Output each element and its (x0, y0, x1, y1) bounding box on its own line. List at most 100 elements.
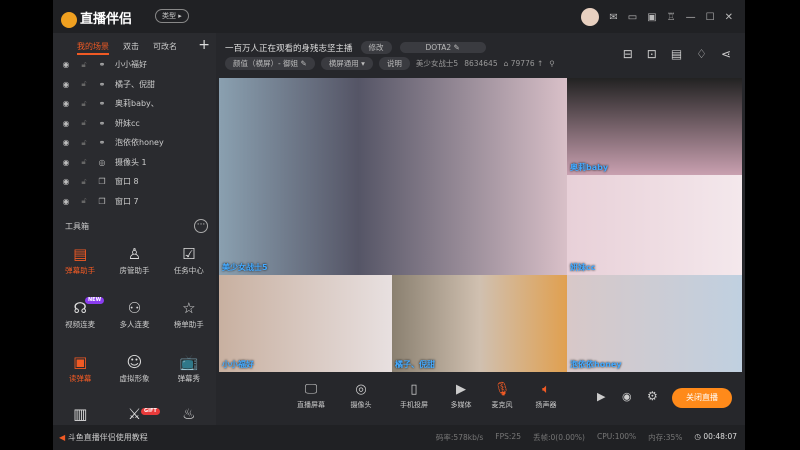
control-label: 扬声器 (535, 401, 557, 409)
lock-icon[interactable]: 🔓︎ (79, 157, 89, 167)
lock-icon[interactable]: 🔓︎ (79, 118, 89, 128)
minimize-icon[interactable]: — (686, 12, 696, 23)
eye-icon[interactable]: ◉ (61, 80, 71, 89)
scene-item[interactable]: ◉ 🔓︎ ◎ 摄像头 1 (53, 153, 216, 173)
stop-stream-button[interactable]: 关闭直播 (672, 388, 732, 408)
window-source-icon: ❐ (98, 177, 106, 187)
share-icon[interactable]: ⋖ (721, 47, 731, 61)
control-button[interactable]: ▶ 多媒体 (439, 382, 483, 410)
eye-icon[interactable]: ◉ (61, 60, 71, 69)
lock-icon[interactable]: 🔓︎ (79, 138, 89, 148)
tool-icon: ☆ (182, 299, 196, 317)
eye-icon[interactable]: ◉ (61, 158, 71, 167)
control-button[interactable]: ▯ 手机投屏 (392, 382, 436, 410)
tab-rename[interactable]: 可改名 (153, 41, 177, 55)
tool-icon[interactable]: ▥ (53, 405, 107, 423)
scene-item[interactable]: ◉ 🔓︎ ⚭ 小小福好 (53, 55, 216, 75)
help-link[interactable]: ◀ 斗鱼直播伴侣使用教程 (59, 432, 148, 443)
scene-item[interactable]: ◉ 🔓︎ ❐ 窗口 8 (53, 172, 216, 192)
orientation-select[interactable]: 横屏通用 ▾ (320, 57, 373, 70)
scene-label: 窗口 7 (115, 196, 139, 206)
video-cell[interactable]: 妍妹cc (567, 175, 742, 275)
popularity: ⌂ 79776 ↑ (503, 59, 544, 68)
eye-icon[interactable]: ◉ (61, 197, 71, 206)
save-icon[interactable]: ▣ (647, 12, 656, 23)
category-selector[interactable]: 颜值（横屏）- 御姐 ✎ (225, 57, 315, 70)
eye-icon[interactable]: ◉ (61, 138, 71, 147)
tool-button[interactable]: 📺 弹幕秀 (162, 351, 216, 395)
eye-icon[interactable]: ◉ (622, 390, 632, 403)
tool-button[interactable]: ♙ 房管助手 (107, 243, 161, 287)
control-label: 直播屏幕 (297, 401, 325, 409)
category-label: 颜值（横屏）- 御姐 (233, 59, 299, 68)
tool-button[interactable]: ▤ 弹幕助手 (53, 243, 107, 287)
lock-icon[interactable]: 🔓︎ (79, 196, 89, 206)
control-button[interactable]: ◎ 摄像头 (339, 382, 383, 410)
streamer-name: 美少女战士5 (415, 59, 459, 68)
shirt-icon[interactable]: ♖ (667, 12, 676, 23)
scene-item[interactable]: ◉ 🔓︎ ⚭ 泡依依honey (53, 133, 216, 153)
scene-item[interactable]: ◉ 🔓︎ ⚭ 妍妹cc (53, 114, 216, 134)
app-title: 直播伴侣 (80, 12, 133, 27)
camera-source-icon: ◎ (98, 157, 106, 167)
video-cell-main[interactable]: 美少女战士5 (219, 78, 567, 275)
edit-title-button[interactable]: 修改 (360, 41, 392, 54)
control-button[interactable]: 🔈︎ 扬声器 (524, 382, 568, 410)
settings-icon[interactable]: ⚙ (647, 389, 658, 403)
tool-button[interactable]: ⚇ 多人连麦 (107, 297, 161, 341)
explain-button[interactable]: 说明 (378, 57, 410, 70)
tool-button[interactable]: ▣ 读弹幕 (53, 351, 107, 395)
unlock-icon[interactable]: ⊡ (647, 47, 657, 61)
video-cell[interactable]: 奥莉baby (567, 78, 742, 175)
scene-item[interactable]: ◉ 🔓︎ ❐ 窗口 7 (53, 192, 216, 212)
new-badge: NEW (85, 297, 105, 304)
orientation-label: 横屏通用 (328, 59, 359, 68)
mail-icon[interactable]: ✉ (609, 12, 617, 23)
link-source-icon: ⚭ (98, 138, 106, 148)
video-cell[interactable]: 小小福好 (219, 275, 392, 372)
more-icon[interactable]: ··· (194, 219, 208, 233)
eye-icon[interactable]: ◉ (61, 177, 71, 186)
tool-label: 弹幕助手 (65, 266, 96, 275)
scene-label: 奥莉baby、 (115, 99, 159, 109)
control-button[interactable]: 🖵︎ 直播屏幕 (289, 382, 333, 410)
type-button[interactable]: 类型 ▸ (155, 9, 189, 23)
control-icon: ▶ (456, 382, 466, 397)
eye-icon[interactable]: ◉ (61, 99, 71, 108)
layout-icon[interactable]: ▤ (671, 47, 682, 61)
video-label: 美少女战士5 (222, 263, 268, 272)
maximize-icon[interactable]: ☐ (706, 12, 715, 23)
lock-icon[interactable]: 🔓︎ (79, 60, 89, 70)
game-selector[interactable]: DOTA2 ✎ (399, 42, 486, 53)
fire-icon[interactable]: ♨ (162, 405, 216, 423)
location-icon[interactable]: ⚲ (549, 59, 555, 68)
lock-icon[interactable]: 🔓︎ (79, 99, 89, 109)
lock-icon[interactable]: 🔓︎ (79, 177, 89, 187)
tool-label: 榜单助手 (173, 320, 204, 329)
record-icon[interactable]: ▶ (597, 390, 605, 403)
tool-button[interactable]: ☆ 榜单助手 (162, 297, 216, 341)
scene-item[interactable]: ◉ 🔓︎ ⚭ 奥莉baby、 (53, 94, 216, 114)
link-source-icon: ⚭ (98, 60, 106, 70)
tool-button[interactable]: NEW ☊ 视频连麦 (53, 297, 107, 341)
add-scene-button[interactable]: + (198, 37, 210, 53)
close-icon[interactable]: ✕ (725, 12, 733, 23)
avatar[interactable] (581, 8, 600, 26)
video-label: 妍妹cc (570, 263, 596, 272)
tool-label: 多人连麦 (119, 320, 150, 329)
message-icon[interactable]: ▭ (628, 12, 637, 23)
tool-button[interactable]: ☑ 任务中心 (162, 243, 216, 287)
video-cell[interactable]: 橘子、倪甜 (392, 275, 567, 372)
eye-icon[interactable]: ◉ (61, 119, 71, 128)
bell-icon[interactable]: ♢ (696, 47, 707, 61)
tab-double-click[interactable]: 双击 (123, 41, 139, 55)
preview-canvas[interactable]: 美少女战士5 奥莉baby 妍妹cc 小小福好 橘子、倪甜 泡依依honey (219, 78, 742, 372)
gift-icon[interactable]: ⊟ (623, 47, 633, 61)
tab-my-scenes[interactable]: 我的场景 (77, 41, 109, 55)
lock-icon[interactable]: 🔓︎ (79, 79, 89, 89)
tool-button[interactable]: ☺ 虚拟形象 (107, 351, 161, 395)
video-cell[interactable]: 泡依依honey (567, 275, 742, 372)
scene-item[interactable]: ◉ 🔓︎ ⚭ 橘子、倪甜 (53, 75, 216, 95)
video-label: 奥莉baby (570, 163, 609, 172)
control-button[interactable]: 🎙︎ 麦克风 (480, 382, 524, 410)
